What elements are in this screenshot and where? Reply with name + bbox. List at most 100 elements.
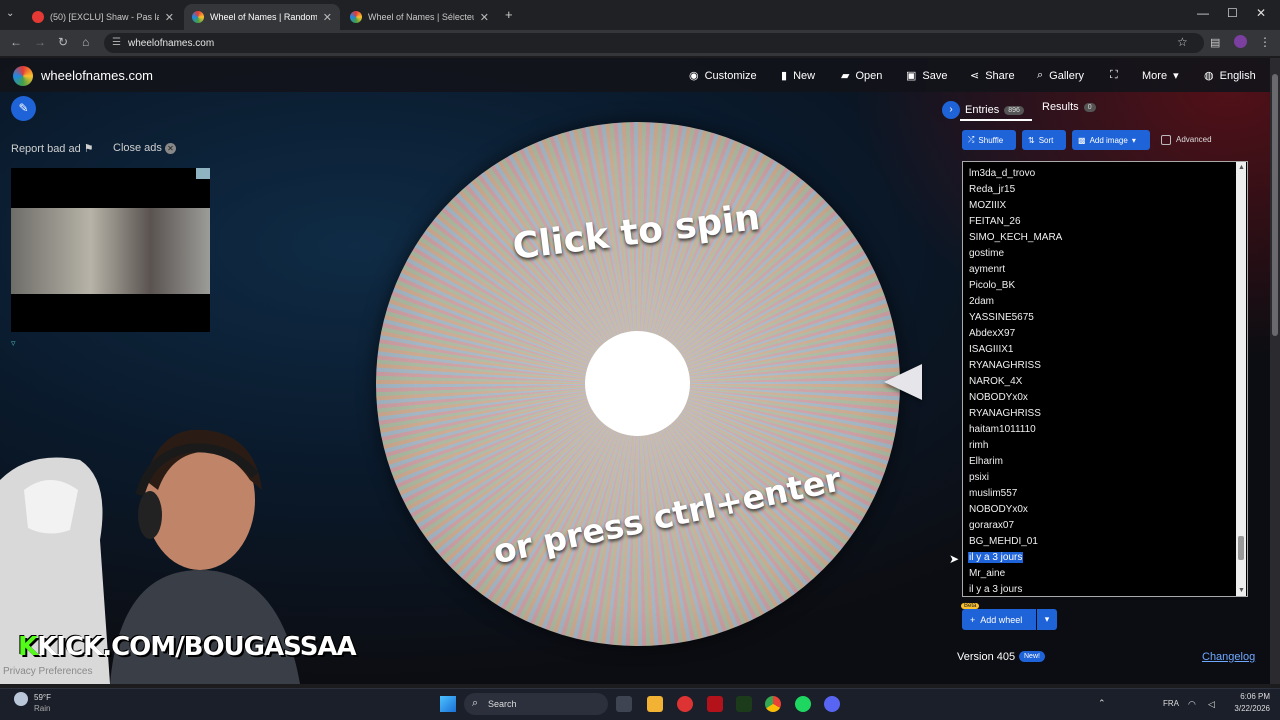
app-icon-acrobat[interactable] <box>707 696 723 712</box>
forward-icon[interactable]: → <box>34 35 46 49</box>
entry-line[interactable]: BG_MEHDI_01 <box>969 536 1038 547</box>
extensions-icon[interactable]: ▤ <box>1210 36 1220 49</box>
new-tab-button[interactable]: + <box>505 7 513 22</box>
entry-line[interactable]: Elharim <box>969 456 1003 467</box>
entry-line-selected[interactable]: il y a 3 jours <box>968 552 1024 563</box>
wheel-center-hub[interactable] <box>585 331 690 436</box>
profile-avatar[interactable] <box>1234 35 1247 48</box>
share-button[interactable]: ⋖ Share <box>970 69 1015 83</box>
language-button[interactable]: ◍ English <box>1204 69 1256 83</box>
open-button[interactable]: ▰ Open <box>841 69 882 83</box>
entry-line[interactable]: haitam1011110 <box>969 424 1036 435</box>
entry-line[interactable]: MOZIIIX <box>969 200 1006 211</box>
site-logo-text[interactable]: wheelofnames.com <box>41 68 153 83</box>
ad-video-image[interactable] <box>11 208 210 294</box>
ad-info-icon[interactable] <box>196 168 210 179</box>
weather-icon[interactable] <box>14 692 28 706</box>
entries-scrollbar-thumb[interactable] <box>1238 536 1244 560</box>
entry-line[interactable]: NAROK_4X <box>969 376 1022 387</box>
entry-line[interactable]: psixi <box>969 472 989 483</box>
entry-line[interactable]: muslim557 <box>969 488 1017 499</box>
save-button[interactable]: ▣ Save <box>906 69 947 83</box>
site-logo-icon[interactable] <box>13 66 33 86</box>
entry-line[interactable]: NOBODYx0x <box>969 392 1028 403</box>
ad-choices-icon[interactable]: ▿ <box>11 338 16 349</box>
close-window-icon[interactable]: ✕ <box>1256 6 1266 20</box>
entries-scrollbar[interactable] <box>1236 162 1246 596</box>
entry-line[interactable]: AbdexX97 <box>969 328 1015 339</box>
tab-results[interactable]: Results 0 <box>1042 101 1096 113</box>
entry-line[interactable]: lm3da_d_trovo <box>969 168 1035 179</box>
new-button[interactable]: ▮ New <box>781 69 815 83</box>
sort-button[interactable]: ⇅ Sort <box>1022 130 1066 150</box>
browser-tab-youtube[interactable]: (50) [EXCLU] Shaw - Pas la p ✕ <box>24 4 182 30</box>
collapse-chevron-icon[interactable]: › <box>942 101 960 119</box>
edit-pencil-button[interactable]: ✎ <box>11 96 36 121</box>
add-wheel-button[interactable]: + Add wheel <box>962 609 1036 630</box>
taskbar-search-box[interactable] <box>464 693 608 715</box>
browser-tab-wheel-active[interactable]: Wheel of Names | Random nam ✕ <box>184 4 340 30</box>
close-tab-icon[interactable]: ✕ <box>480 11 489 24</box>
privacy-preferences-link[interactable]: Privacy Preferences <box>3 666 92 677</box>
changelog-link[interactable]: Changelog <box>1202 651 1255 663</box>
chrome-icon[interactable] <box>765 696 781 712</box>
entry-line[interactable]: SIMO_KECH_MARA <box>969 232 1062 243</box>
entry-line[interactable]: gorarax07 <box>969 520 1014 531</box>
entry-line[interactable]: ISAGIIIX1 <box>969 344 1013 355</box>
windows-taskbar <box>0 688 1280 720</box>
customize-button[interactable]: ◉ Customize <box>689 69 757 83</box>
entry-line[interactable]: RYANAGHRISS <box>969 408 1041 419</box>
scroll-down-arrow-icon[interactable]: ▼ <box>1238 587 1245 594</box>
entry-line[interactable]: NOBODYx0x <box>969 504 1028 515</box>
volume-icon[interactable]: ◁ <box>1208 699 1215 710</box>
input-language[interactable]: FRA <box>1163 699 1179 708</box>
maximize-icon[interactable]: ☐ <box>1227 6 1238 20</box>
entry-line[interactable]: Reda_jr15 <box>969 184 1015 195</box>
task-view-icon[interactable] <box>616 696 632 712</box>
address-bar[interactable] <box>104 33 1204 53</box>
more-button[interactable]: More ▾ <box>1142 69 1179 83</box>
entry-line[interactable]: rimh <box>969 440 988 451</box>
reload-icon[interactable]: ↻ <box>58 35 68 49</box>
entry-line[interactable]: Mr_aine <box>969 568 1005 579</box>
file-explorer-icon[interactable] <box>647 696 663 712</box>
entry-line[interactable]: Picolo_BK <box>969 280 1015 291</box>
taskbar-date[interactable]: 3/22/2026 <box>1224 704 1270 713</box>
back-icon[interactable]: ← <box>10 35 22 49</box>
app-icon-red[interactable] <box>677 696 693 712</box>
scroll-up-arrow-icon[interactable]: ▲ <box>1238 164 1245 171</box>
wifi-icon[interactable]: ◠ <box>1188 699 1196 710</box>
minimize-icon[interactable]: — <box>1197 6 1209 20</box>
close-tab-icon[interactable]: ✕ <box>323 11 332 24</box>
browser-menu-icon[interactable]: ⋮ <box>1259 35 1271 49</box>
entry-line[interactable]: il y a 3 jours <box>969 584 1022 595</box>
site-info-icon[interactable]: ☰ <box>112 37 121 48</box>
fullscreen-button[interactable]: ⛶ <box>1110 69 1118 82</box>
app-icon-terminal[interactable] <box>736 696 752 712</box>
page-scrollbar-thumb[interactable] <box>1272 74 1278 336</box>
close-ads-link[interactable]: Close ads ✕ <box>113 142 176 154</box>
spotify-icon[interactable] <box>795 696 811 712</box>
add-image-button[interactable]: ▩ Add image ▾ <box>1072 130 1150 150</box>
tray-chevron-icon[interactable]: ⌃ <box>1098 698 1106 709</box>
entry-line[interactable]: 2dam <box>969 296 994 307</box>
add-wheel-dropdown-button[interactable]: ▾ <box>1037 609 1057 630</box>
entry-line[interactable]: YASSINE5675 <box>969 312 1034 323</box>
bookmark-star-icon[interactable]: ☆ <box>1177 35 1188 49</box>
shuffle-button[interactable]: ⤮ Shuffle <box>962 130 1016 150</box>
discord-icon[interactable] <box>824 696 840 712</box>
advanced-checkbox[interactable] <box>1161 135 1171 145</box>
entry-line[interactable]: FEITAN_26 <box>969 216 1021 227</box>
tab-entries[interactable]: › Entries 896 <box>942 101 1024 119</box>
taskbar-time[interactable]: 6:06 PM <box>1228 692 1270 701</box>
windows-start-icon[interactable] <box>440 696 456 712</box>
home-icon[interactable]: ⌂ <box>82 35 89 49</box>
close-tab-icon[interactable]: ✕ <box>165 11 174 24</box>
gallery-button[interactable]: ⌕ Gallery <box>1037 69 1084 82</box>
entry-line[interactable]: gostime <box>969 248 1004 259</box>
entry-line[interactable]: RYANAGHRISS <box>969 360 1041 371</box>
tab-search-icon[interactable]: ⌄ <box>6 8 14 19</box>
entry-line[interactable]: aymenrt <box>969 264 1005 275</box>
report-bad-ad-link[interactable]: Report bad ad ⚑ <box>11 142 94 155</box>
browser-tab-wheel-fr[interactable]: Wheel of Names | Sélecteur de ✕ <box>342 4 497 30</box>
